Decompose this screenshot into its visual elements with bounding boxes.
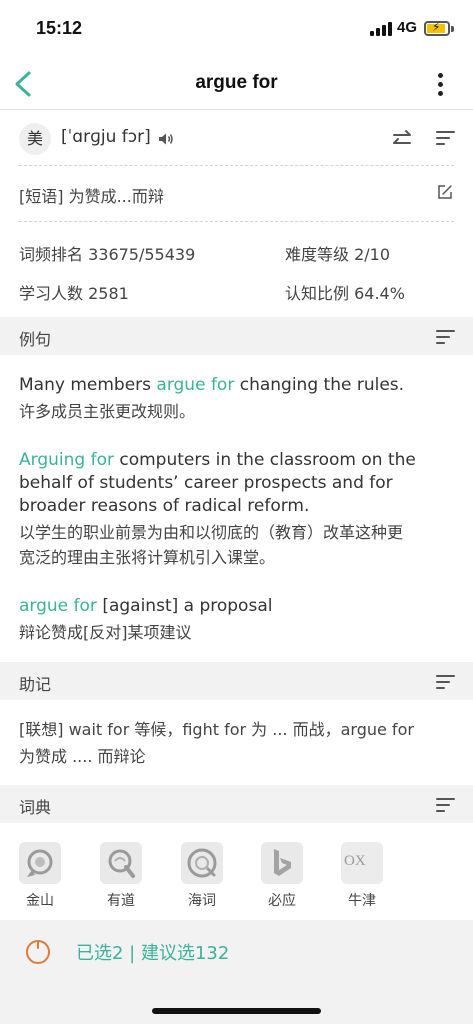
more-button[interactable]	[430, 70, 452, 100]
divider	[19, 221, 454, 222]
bing-icon	[261, 842, 303, 884]
example-sentence: Arguing for computers in the classroom o…	[19, 450, 416, 470]
dictionary-kingsoft[interactable]: 金山	[18, 842, 62, 910]
page-title: argue for	[195, 72, 278, 93]
example-translation: 宽泛的理由主张将计算机引入课堂。	[19, 548, 276, 567]
home-indicator	[152, 1008, 321, 1014]
more-vertical-icon	[438, 73, 443, 78]
selection-status[interactable]: 已选2 | 建议选132	[76, 939, 229, 965]
example-sentence-line: broader reasons of radical reform.	[19, 496, 310, 516]
section-title: 词典	[19, 798, 52, 817]
example-translation: 许多成员主张更改规则。	[19, 402, 196, 421]
word-meaning: [短语] 为赞成...而辩	[19, 187, 164, 206]
dict-cn-icon	[181, 842, 223, 884]
edit-icon[interactable]	[437, 184, 453, 200]
mnemonic-text: 为赞成 .... 而辩论	[19, 747, 146, 766]
youdao-icon	[100, 842, 142, 884]
learner-count: 学习人数 2581	[19, 284, 129, 303]
example-translation: 以学生的职业前景为由和以彻底的（教育）改革这种更	[19, 523, 404, 542]
oxford-icon: OX	[341, 842, 383, 884]
swap-icon[interactable]	[391, 129, 413, 149]
dictionary-section-header: 词典	[0, 785, 473, 823]
phonetic-row: 美 [ˈɑrɡju fɔr]	[0, 111, 473, 165]
dictionary-label: 海词	[188, 893, 216, 909]
example-translation: 辩论赞成[反对]某项建议	[19, 623, 192, 642]
sort-menu-icon[interactable]	[436, 674, 456, 690]
dictionary-label: 有道	[107, 893, 135, 909]
navigation-bar: argue for	[0, 60, 473, 110]
highlighted-phrase: argue for	[19, 596, 97, 616]
sort-menu-icon[interactable]	[436, 329, 456, 345]
signal-icon	[370, 22, 392, 36]
speaker-icon[interactable]	[158, 131, 174, 147]
highlighted-phrase: argue for	[156, 375, 235, 395]
recognition-rate: 认知比例 64.4%	[285, 284, 405, 303]
section-title: 例句	[19, 330, 52, 349]
example-sentence-line: behalf of students’ career prospects and…	[19, 473, 393, 493]
kingsoft-icon	[19, 842, 61, 884]
dictionary-bing[interactable]: 必应	[260, 842, 304, 910]
dictionary-label: 金山	[26, 893, 54, 909]
bottom-bar: 已选2 | 建议选132	[0, 920, 473, 1024]
mnemonic-text: [联想] wait for 等候，fight for 为 ... 而战，argu…	[19, 720, 414, 739]
difficulty-level: 难度等级 2/10	[285, 245, 391, 264]
dictionary-youdao[interactable]: 有道	[99, 842, 143, 910]
mnemonic-section-header: 助记	[0, 662, 473, 700]
examples-section-header: 例句	[0, 317, 473, 355]
phonetic-text: [ˈɑrɡju fɔr]	[61, 127, 151, 147]
battery-icon: ⚡	[424, 20, 450, 36]
timer-icon[interactable]	[25, 938, 51, 964]
sort-menu-icon[interactable]	[436, 797, 456, 813]
dictionary-label: 牛津	[348, 893, 376, 909]
dictionary-oxford[interactable]: OX 牛津	[340, 842, 384, 910]
region-badge[interactable]: 美	[19, 123, 51, 155]
example-sentence: Many members argue for changing the rule…	[19, 375, 405, 395]
frequency-rank: 词频排名 33675/55439	[19, 245, 196, 264]
section-title: 助记	[19, 675, 52, 694]
highlighted-phrase: Arguing for	[19, 450, 114, 470]
example-sentence: argue for [against] a proposal	[19, 596, 273, 616]
divider	[19, 165, 454, 166]
status-bar: 15:12 4G ⚡	[0, 0, 473, 60]
status-time: 15:12	[36, 18, 83, 38]
dictionary-dictcn[interactable]: 海词	[180, 842, 224, 910]
dictionary-label: 必应	[268, 893, 296, 909]
sort-menu-icon[interactable]	[436, 130, 456, 146]
network-type: 4G	[397, 19, 418, 36]
